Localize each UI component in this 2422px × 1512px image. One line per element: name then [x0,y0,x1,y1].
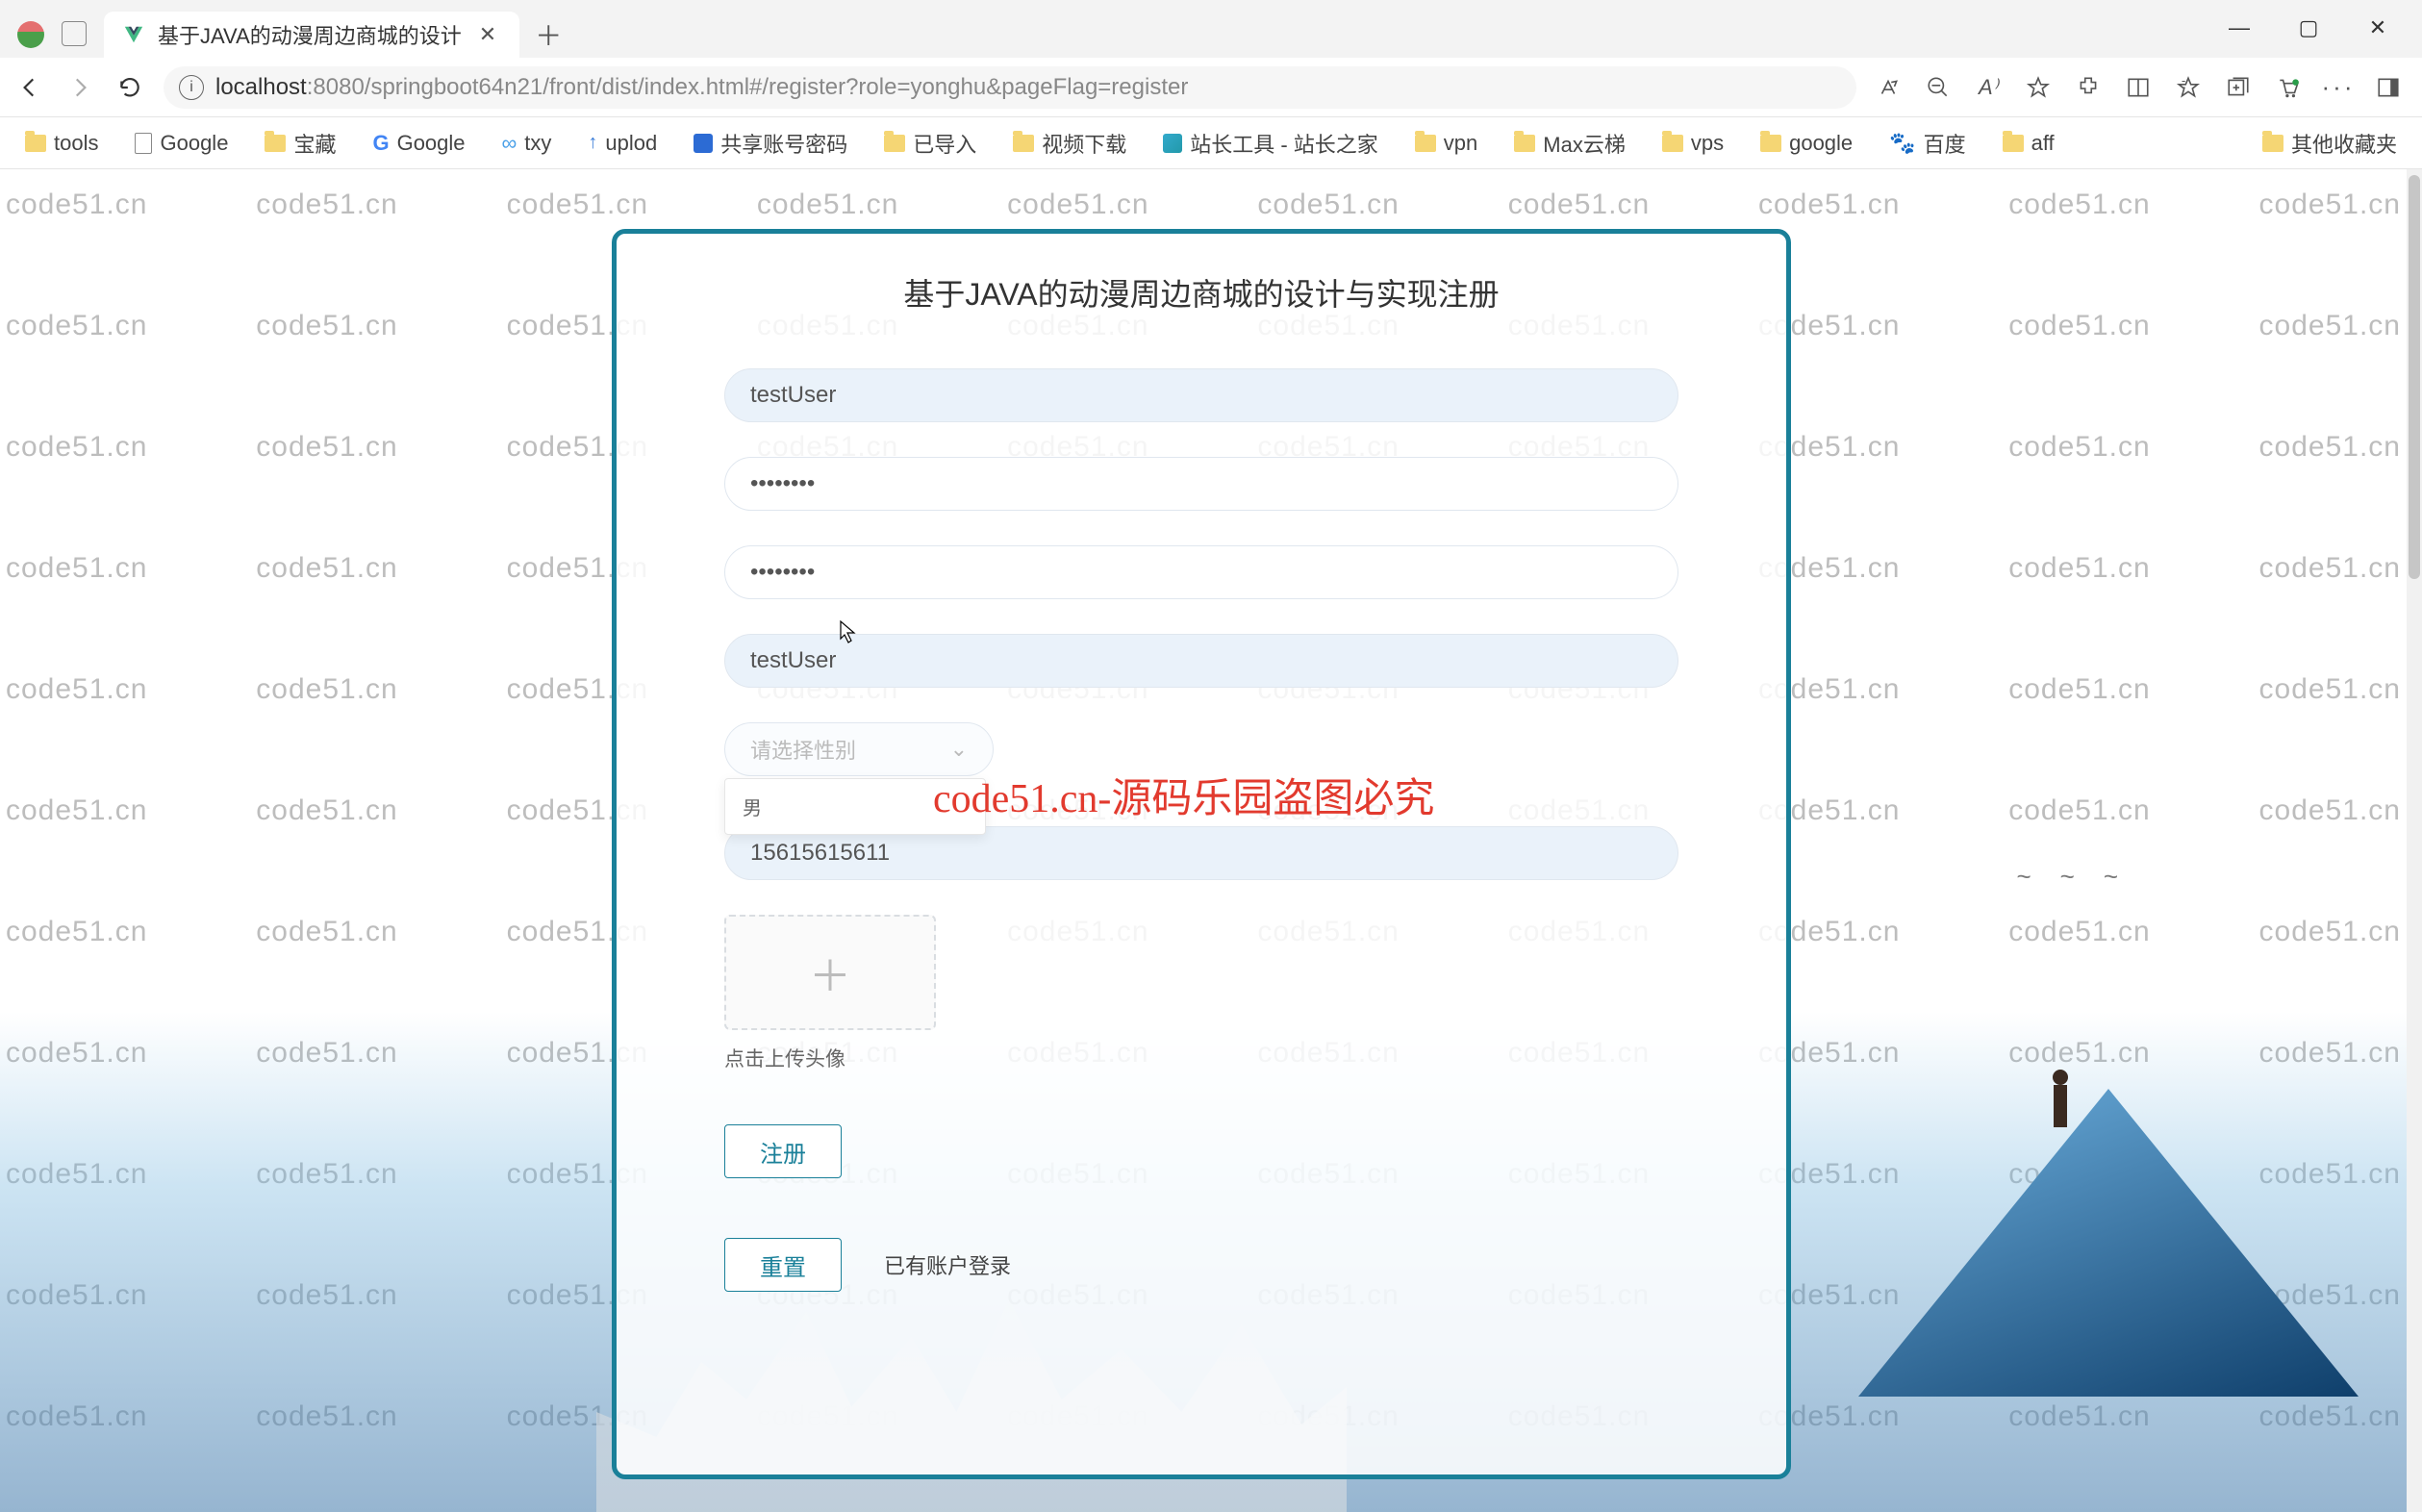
vue-icon [123,24,144,45]
gender-dropdown: 男 [724,778,986,835]
star-outline-icon[interactable] [2024,73,2053,102]
bookmark-uplod[interactable]: ↑uplod [580,127,665,160]
bookmark-google-folder[interactable]: google [1753,127,1860,160]
page-title: 基于JAVA的动漫周边商城的设计与实现注册 [724,270,1678,315]
shopping-icon[interactable] [2274,73,2303,102]
gender-placeholder: 请选择性别 [750,734,856,765]
login-link[interactable]: 已有账户登录 [884,1249,1011,1280]
password-confirm-field[interactable] [724,545,1678,599]
bookmark-vpn[interactable]: vpn [1407,127,1485,160]
username-input[interactable] [750,382,1653,409]
register-button[interactable]: 注册 [724,1124,842,1178]
password-field[interactable] [724,457,1678,511]
page-content: code51.cncode51.cncode51.cncode51.cncode… [0,169,2407,1512]
password-input[interactable] [750,470,1653,497]
new-tab-button[interactable]: ＋ [531,17,566,52]
profile-avatar[interactable] [17,21,44,48]
back-button[interactable] [13,71,46,104]
bookmark-maxyunti[interactable]: Max云梯 [1506,124,1633,163]
zoom-out-icon[interactable] [1924,73,1953,102]
split-screen-icon[interactable] [2124,73,2153,102]
toolbar-icons: A⁾ ··· [1874,73,2409,102]
titlebar: 基于JAVA的动漫周边商城的设计 ✕ ＋ — ▢ ✕ [0,0,2422,58]
gender-select[interactable]: 请选择性别 ⌄ [724,722,994,776]
site-info-icon[interactable]: i [179,75,204,100]
gender-option-male[interactable]: 男 [725,787,985,826]
window-close-button[interactable]: ✕ [2357,12,2399,44]
username-field[interactable] [724,368,1678,422]
phone-input[interactable] [750,840,1653,867]
collections-icon[interactable] [2224,73,2253,102]
reset-button[interactable]: 重置 [724,1238,842,1292]
avatar-upload-box[interactable]: ＋ [724,915,936,1030]
avatar-upload-hint: 点击上传头像 [724,1044,1678,1072]
favorites-icon[interactable] [2174,73,2203,102]
bookmark-other-favorites[interactable]: 其他收藏夹 [2255,124,2405,163]
person-graphic [2041,1070,2080,1147]
bookmark-baidu[interactable]: 🐾百度 [1881,124,1973,163]
more-icon[interactable]: ··· [2324,73,2353,102]
address-bar[interactable]: i localhost:8080/springboot64n21/front/d… [164,66,1856,109]
browser-chrome: 基于JAVA的动漫周边商城的设计 ✕ ＋ — ▢ ✕ i localhost:8… [0,0,2422,169]
mountain-graphic [1858,1089,2359,1397]
bookmark-zhanzhang[interactable]: 站长工具 - 站长之家 [1155,124,1386,163]
workspaces-icon[interactable] [62,21,87,46]
bookmark-video-download[interactable]: 视频下载 [1005,124,1134,163]
url-text: localhost:8080/springboot64n21/front/dis… [215,74,1188,101]
chevron-down-icon: ⌄ [950,737,968,762]
forward-button[interactable] [63,71,96,104]
extensions-icon[interactable] [2074,73,2103,102]
bookmark-baozang[interactable]: 宝藏 [257,124,343,163]
read-aloud-icon[interactable]: A⁾ [1974,73,2003,102]
plus-icon: ＋ [809,942,851,1003]
browser-tab[interactable]: 基于JAVA的动漫周边商城的设计 ✕ [104,12,519,58]
register-card: 基于JAVA的动漫周边商城的设计与实现注册 请选择性别 ⌄ 男 ＋ [612,229,1791,1479]
tab-title: 基于JAVA的动漫周边商城的设计 [158,19,462,50]
address-bar-row: i localhost:8080/springboot64n21/front/d… [0,58,2422,117]
bookmark-txy[interactable]: ∞txy [494,127,560,160]
password-confirm-input[interactable] [750,559,1653,586]
bookmark-shared-accounts[interactable]: 共享账号密码 [686,124,855,163]
bookmarks-bar: tools Google 宝藏 GGoogle ∞txy ↑uplod 共享账号… [0,117,2422,169]
sidebar-icon[interactable] [2374,73,2403,102]
bookmark-imported[interactable]: 已导入 [876,124,984,163]
scrollbar-thumb[interactable] [2409,175,2420,579]
bookmark-google-search[interactable]: GGoogle [365,127,472,160]
tab-close-icon[interactable]: ✕ [475,22,500,47]
bookmark-google-page[interactable]: Google [127,127,236,160]
window-minimize-button[interactable]: — [2218,12,2260,44]
nickname-field[interactable] [724,634,1678,688]
birds-graphic: ~~~ [2016,862,2118,892]
scrollbar-track[interactable] [2407,169,2422,1512]
bet-icon[interactable] [1874,73,1903,102]
window-maximize-button[interactable]: ▢ [2287,12,2330,44]
nickname-input[interactable] [750,647,1653,674]
bookmark-tools[interactable]: tools [17,127,106,160]
bookmark-aff[interactable]: aff [1995,127,2062,160]
bookmark-vps[interactable]: vps [1654,127,1731,160]
refresh-button[interactable] [114,71,146,104]
